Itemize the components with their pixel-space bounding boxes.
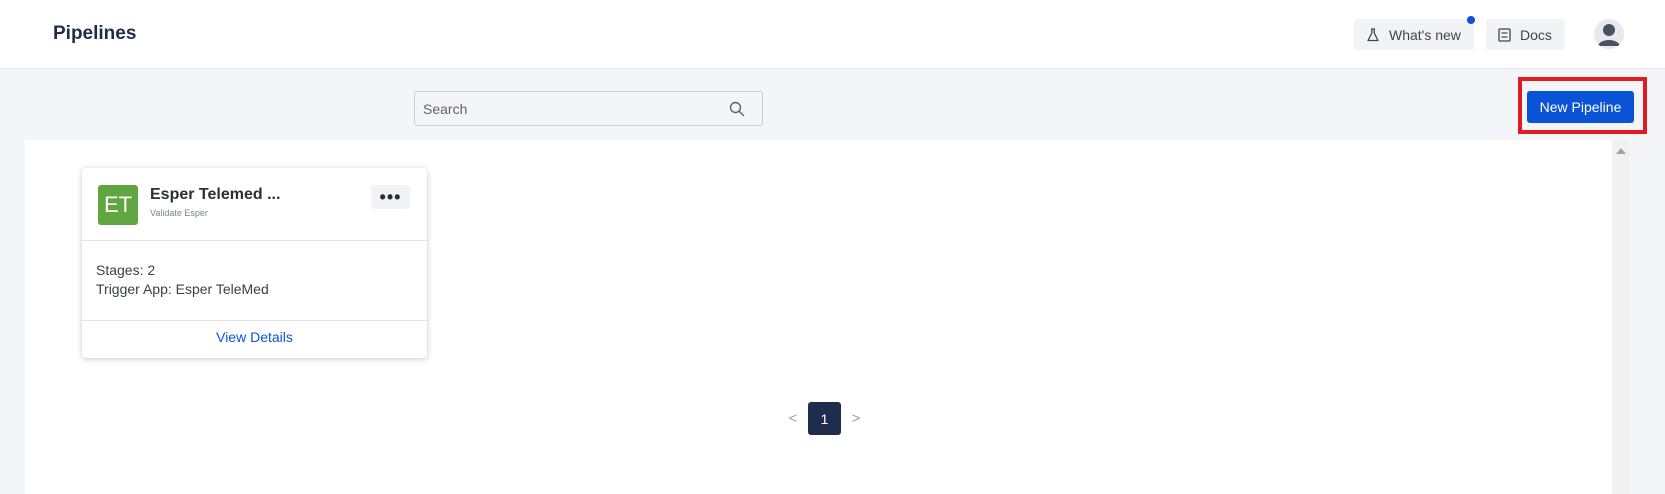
search-icon[interactable] xyxy=(729,101,745,117)
docs-button[interactable]: Docs xyxy=(1486,19,1565,50)
whats-new-button[interactable]: What's new xyxy=(1354,19,1474,50)
notification-dot xyxy=(1467,16,1475,24)
docs-icon xyxy=(1498,27,1511,42)
pipeline-card: ET Esper Telemed ... Validate Esper ••• … xyxy=(82,168,427,358)
more-options-icon[interactable]: ••• xyxy=(371,185,410,209)
docs-label: Docs xyxy=(1520,26,1552,43)
next-page-icon[interactable]: > xyxy=(841,410,871,427)
pipeline-stages: Stages: 2 xyxy=(96,262,156,278)
user-avatar-icon[interactable] xyxy=(1594,19,1624,49)
pipeline-name: Esper Telemed ... xyxy=(150,186,281,203)
prev-page-icon[interactable]: < xyxy=(778,410,808,427)
pipeline-trigger-app: Trigger App: Esper TeleMed xyxy=(96,281,269,297)
search-box xyxy=(414,91,763,126)
card-divider xyxy=(82,320,427,321)
scrollbar[interactable] xyxy=(1612,140,1630,494)
flask-icon xyxy=(1366,27,1380,42)
new-pipeline-button[interactable]: New Pipeline xyxy=(1527,91,1634,123)
page-title: Pipelines xyxy=(53,23,137,44)
top-bar: Pipelines What's new Docs xyxy=(0,0,1665,69)
whats-new-label: What's new xyxy=(1389,26,1461,43)
view-details-link[interactable]: View Details xyxy=(82,329,427,345)
pagination: < 1 > xyxy=(778,402,871,435)
scroll-up-arrow-icon[interactable] xyxy=(1616,148,1626,154)
pipeline-description: Validate Esper xyxy=(150,208,208,218)
search-input[interactable] xyxy=(415,92,731,125)
pipeline-logo: ET xyxy=(98,185,138,225)
card-divider xyxy=(82,240,427,241)
page-number-button[interactable]: 1 xyxy=(808,402,841,435)
